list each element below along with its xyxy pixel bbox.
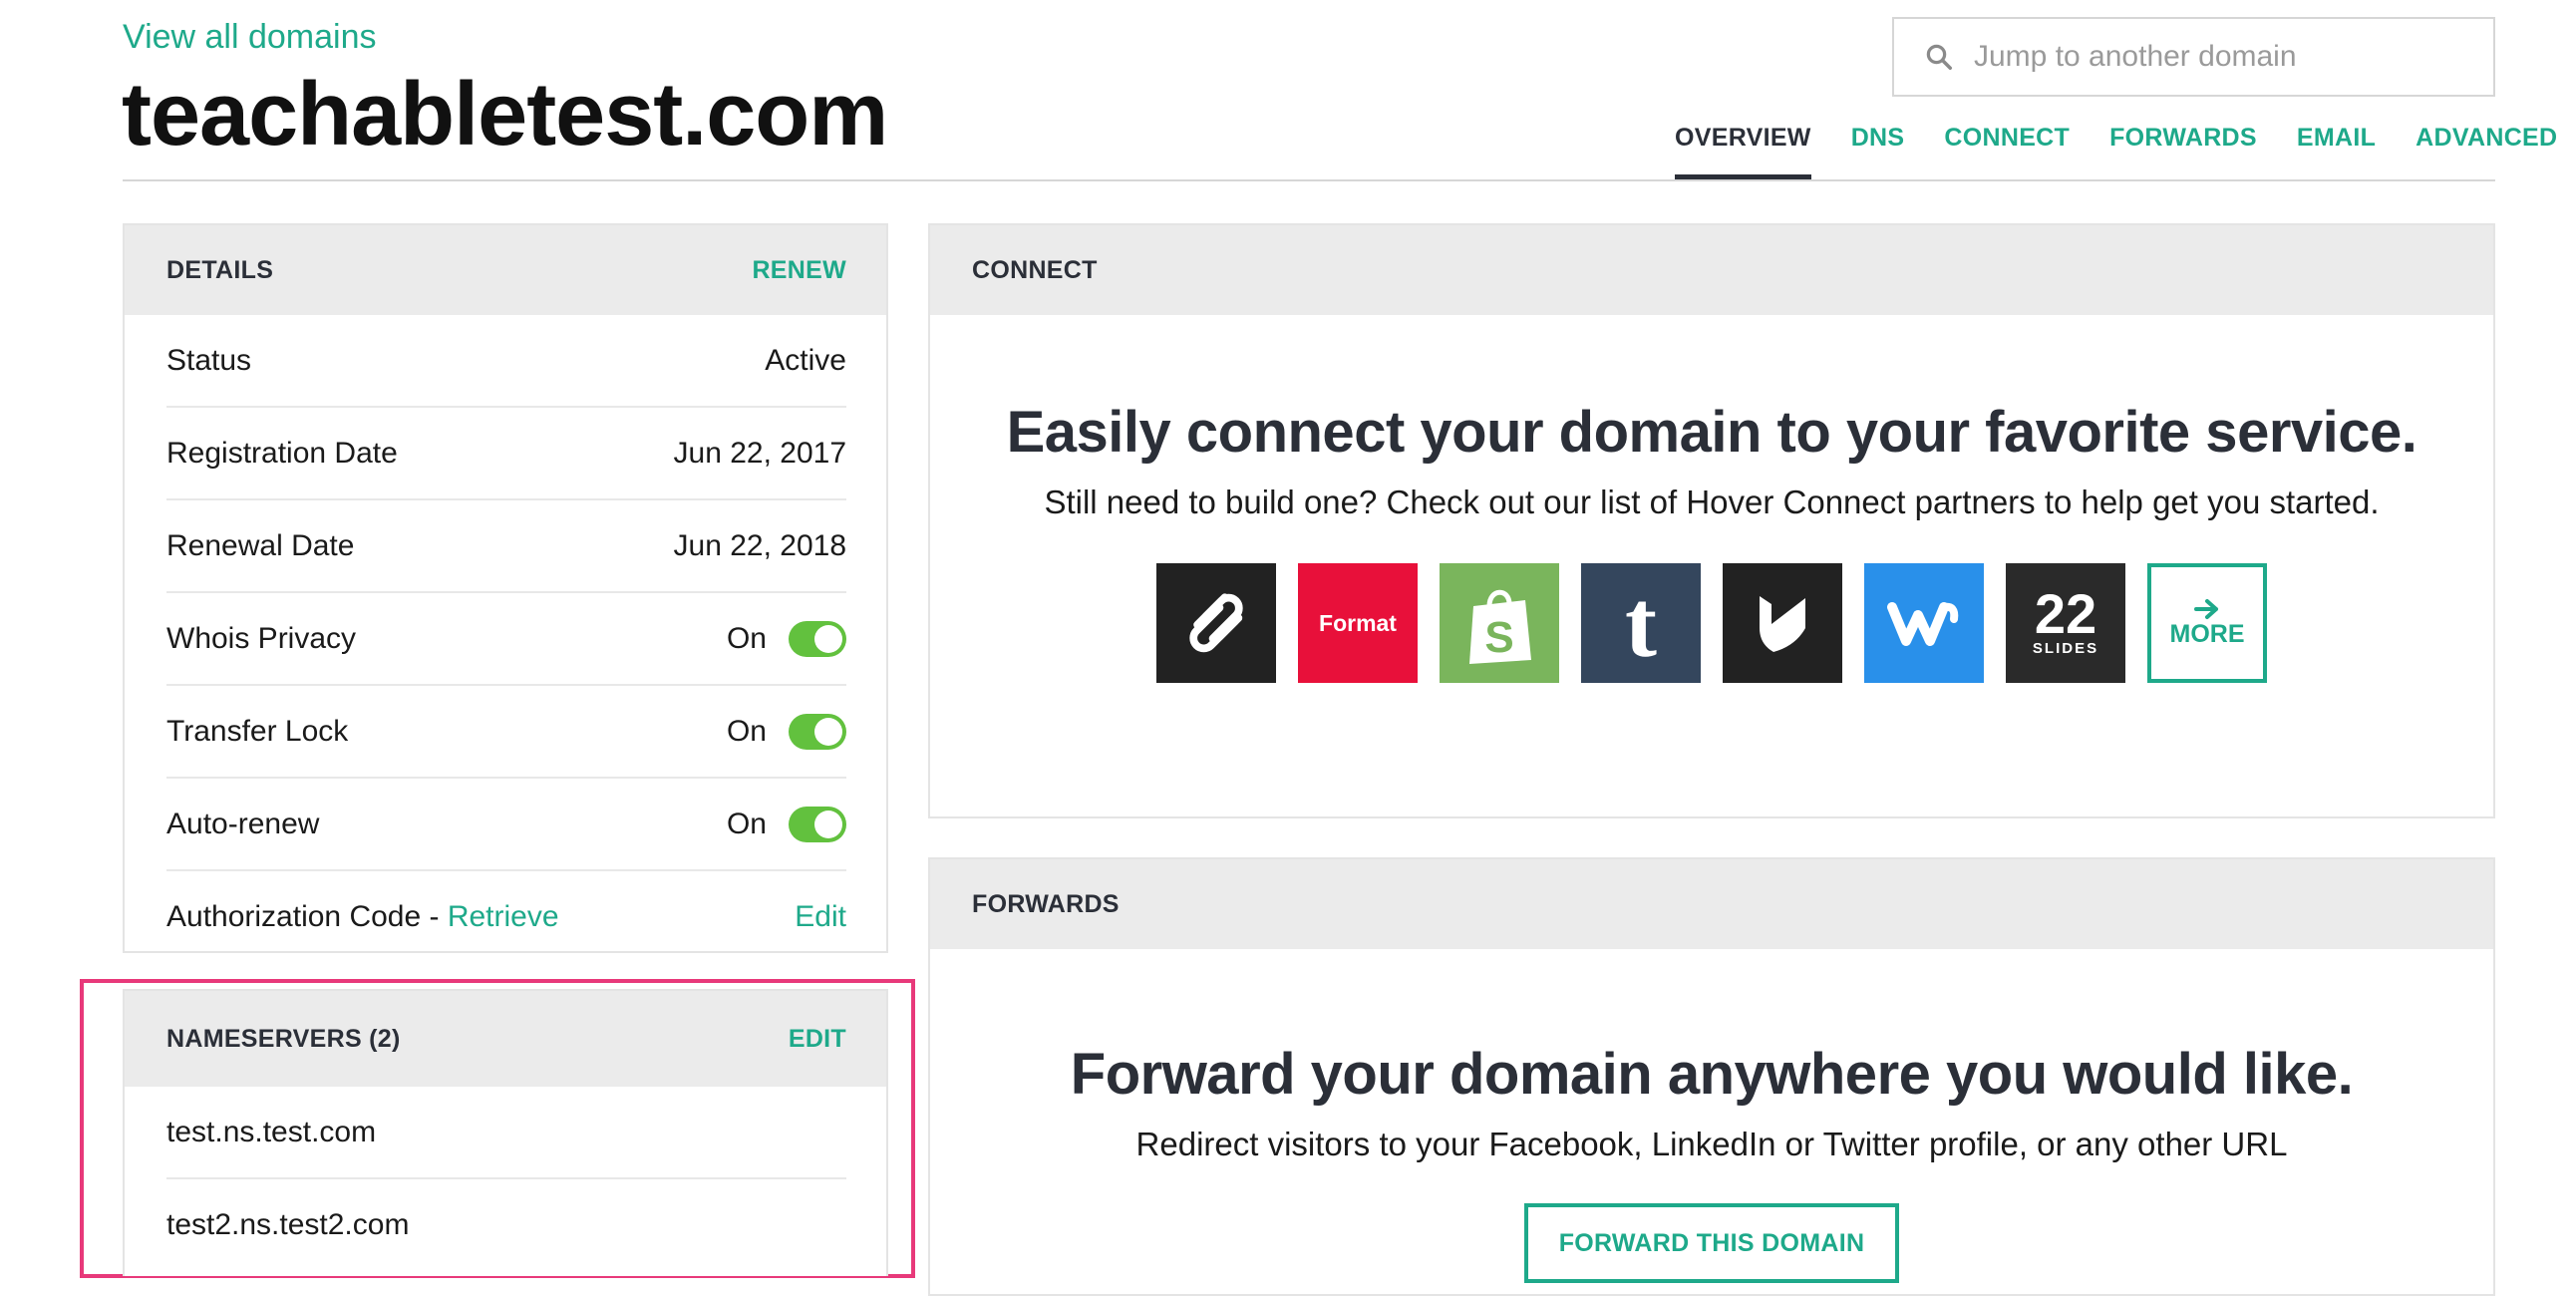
tab-overview[interactable]: OVERVIEW xyxy=(1675,120,1811,181)
detail-row-transfer-lock: Transfer Lock On xyxy=(166,686,846,779)
detail-label: Renewal Date xyxy=(166,528,355,562)
svg-text:S: S xyxy=(1484,613,1513,662)
nameservers-header: NAMESERVERS (2) EDIT xyxy=(125,991,886,1087)
detail-label: Transfer Lock xyxy=(166,714,349,748)
detail-label: Status xyxy=(166,343,252,377)
tumblr-logo-text: t xyxy=(1625,569,1657,677)
nameserver-value: test2.ns.test2.com xyxy=(166,1207,410,1241)
detail-row-whois-privacy: Whois Privacy On xyxy=(166,593,846,686)
weebly-icon xyxy=(1887,602,1959,646)
weebly-logo[interactable] xyxy=(1864,563,1984,683)
nameservers-panel: NAMESERVERS (2) EDIT test.ns.test.com te… xyxy=(123,989,888,1276)
detail-value-wrap: On xyxy=(726,620,846,657)
detail-label: Registration Date xyxy=(166,436,398,470)
shopify-bag-icon: S xyxy=(1469,589,1531,664)
connect-header: CONNECT xyxy=(930,225,2493,315)
details-header: DETAILS RENEW xyxy=(125,225,886,315)
detail-value-wrap: On xyxy=(726,713,846,750)
detail-value: Jun 22, 2017 xyxy=(673,436,846,470)
arrow-right-icon xyxy=(2194,598,2218,619)
detail-row-registration-date: Registration Date Jun 22, 2017 xyxy=(166,408,846,500)
detail-row-renewal-date: Renewal Date Jun 22, 2018 xyxy=(166,500,846,593)
details-panel: DETAILS RENEW Status Active Registration… xyxy=(123,223,888,953)
bigcartel-icon xyxy=(1760,596,1805,652)
shopify-logo[interactable]: S xyxy=(1440,563,1559,683)
tab-connect[interactable]: CONNECT xyxy=(1944,120,2070,181)
forwards-header: FORWARDS xyxy=(930,859,2493,949)
edit-auth-code-link[interactable]: Edit xyxy=(795,900,846,934)
detail-value: On xyxy=(726,714,767,748)
forwards-panel: FORWARDS Forward your domain anywhere yo… xyxy=(928,857,2495,1296)
more-partners-button[interactable]: MORE xyxy=(2147,563,2267,683)
forward-this-domain-button[interactable]: FORWARD THIS DOMAIN xyxy=(1524,1203,1899,1283)
detail-row-status: Status Active xyxy=(166,315,846,408)
whois-privacy-toggle[interactable] xyxy=(789,620,846,657)
detail-value: On xyxy=(726,807,767,840)
detail-label: Whois Privacy xyxy=(166,621,357,655)
tab-dns[interactable]: DNS xyxy=(1851,120,1905,181)
header-divider xyxy=(123,179,2495,181)
retrieve-auth-code-link[interactable]: Retrieve xyxy=(448,900,559,933)
detail-value: Active xyxy=(765,343,846,377)
domain-tabs: OVERVIEW DNS CONNECT FORWARDS EMAIL ADVA… xyxy=(1675,120,2557,181)
detail-label: Auto-renew xyxy=(166,807,320,840)
22slides-logo-word: SLIDES xyxy=(2032,639,2099,657)
partner-logos: Format S t 22 SLIDES MORE xyxy=(930,563,2493,683)
page-title: teachabletest.com xyxy=(122,65,888,164)
nameservers-title: NAMESERVERS (2) xyxy=(166,1024,401,1053)
forwards-headline: Forward your domain anywhere you would l… xyxy=(1070,1042,2354,1107)
view-all-domains-link[interactable]: View all domains xyxy=(123,18,377,57)
tab-advanced[interactable]: ADVANCED xyxy=(2415,120,2557,181)
more-label: MORE xyxy=(2169,619,2245,648)
22slides-logo-number: 22 xyxy=(2034,582,2097,646)
format-logo[interactable]: Format xyxy=(1298,563,1418,683)
connect-headline: Easily connect your domain to your favor… xyxy=(1006,400,2417,465)
domain-search-box[interactable] xyxy=(1892,17,2495,97)
auto-renew-toggle[interactable] xyxy=(789,806,846,842)
forwards-title: FORWARDS xyxy=(972,889,1120,918)
forwards-subline: Redirect visitors to your Facebook, Link… xyxy=(1135,1126,2288,1162)
squarespace-icon xyxy=(1189,593,1243,653)
search-icon xyxy=(1926,44,1952,70)
details-title: DETAILS xyxy=(166,255,274,284)
bigcartel-logo[interactable] xyxy=(1723,563,1842,683)
tab-forwards[interactable]: FORWARDS xyxy=(2109,120,2257,181)
squarespace-logo[interactable] xyxy=(1156,563,1276,683)
edit-nameservers-button[interactable]: EDIT xyxy=(789,1025,846,1054)
connect-title: CONNECT xyxy=(972,255,1098,284)
detail-row-authorization-code: Authorization Code - Retrieve Edit xyxy=(166,871,846,962)
auth-code-label: Authorization Code - xyxy=(166,899,448,933)
format-logo-text: Format xyxy=(1319,609,1397,636)
tab-email[interactable]: EMAIL xyxy=(2297,120,2376,181)
detail-value: Jun 22, 2018 xyxy=(673,528,846,562)
nameserver-item: test.ns.test.com xyxy=(166,1087,846,1179)
22slides-logo[interactable]: 22 SLIDES xyxy=(2006,563,2125,683)
renew-button[interactable]: RENEW xyxy=(752,256,846,285)
connect-subline: Still need to build one? Check out our l… xyxy=(1044,484,2380,520)
tumblr-logo[interactable]: t xyxy=(1581,563,1701,683)
connect-panel: CONNECT Easily connect your domain to yo… xyxy=(928,223,2495,818)
detail-row-auto-renew: Auto-renew On xyxy=(166,779,846,871)
detail-value-wrap: On xyxy=(726,806,846,842)
nameserver-value: test.ns.test.com xyxy=(166,1115,377,1148)
nameserver-item: test2.ns.test2.com xyxy=(166,1179,846,1270)
domain-search-input[interactable] xyxy=(1972,39,2474,75)
detail-value: On xyxy=(726,621,767,655)
transfer-lock-toggle[interactable] xyxy=(789,713,846,750)
auth-code-label-wrap: Authorization Code - Retrieve xyxy=(166,900,559,934)
